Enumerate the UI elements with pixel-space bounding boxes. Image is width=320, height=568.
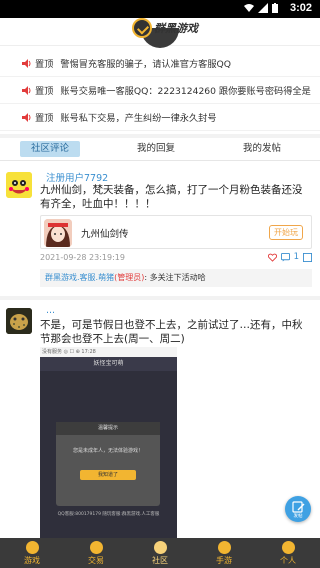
- notice-item[interactable]: 置顶 账号私下交易，产生纠纷一律永久封号: [0, 104, 320, 131]
- reply-preview[interactable]: 群黑游戏.客服.萌猪(管理员): 多关注下活动哈: [40, 269, 312, 287]
- signal-icon: [258, 3, 268, 13]
- post-username[interactable]: ...: [46, 305, 55, 316]
- tab-my-posts[interactable]: 我的发帖: [232, 141, 292, 157]
- speaker-icon: [22, 59, 31, 68]
- screenshot-dialog-button: 我知道了: [80, 470, 136, 480]
- reply-author: 群黑游戏.客服.萌猪: [45, 273, 115, 282]
- tab-my-replies[interactable]: 我的回复: [126, 141, 186, 157]
- post-text: 九州仙剑，梵天装备，怎么搞，打了一个月粉色装备还没有齐全，吐血中！！！！: [40, 184, 303, 210]
- notice-tag: 置顶: [35, 59, 54, 70]
- screenshot-status-bar: 没有服务 ◎ ☐ ⊕ 17:28: [40, 347, 177, 357]
- games-icon: [25, 541, 39, 554]
- nav-label: 手游: [216, 556, 232, 565]
- play-game-button[interactable]: 开始玩: [269, 225, 303, 240]
- comment-icon[interactable]: [280, 252, 290, 262]
- notice-tag: 置顶: [35, 86, 54, 97]
- user-avatar-icon: [6, 172, 32, 198]
- trade-icon: [89, 541, 103, 554]
- status-time: 3:02: [289, 2, 312, 14]
- battery-icon: [272, 3, 278, 13]
- app-logo: 群黑游戏: [132, 18, 198, 38]
- bottom-nav: 游戏 交易 社区 手游 个人: [0, 538, 320, 568]
- nav-item-games[interactable]: 游戏: [0, 538, 64, 568]
- tab-underline: [0, 160, 320, 161]
- game-character-icon: [44, 219, 72, 247]
- nav-label: 个人: [280, 556, 296, 565]
- logo-badge-icon: [132, 18, 152, 38]
- profile-icon: [281, 541, 295, 554]
- community-icon: [153, 541, 167, 554]
- screenshot-dialog-message: 您是未成年人，无法体验游戏！: [72, 448, 143, 454]
- status-bar: 3:02: [0, 0, 320, 18]
- post-username[interactable]: 注册用户7792: [46, 170, 108, 184]
- post-stats: 1: [267, 252, 312, 262]
- nav-item-mobile-games[interactable]: 手游: [192, 538, 256, 568]
- post-text: 不是，可是节假日也登不上去，之前试过了…还有，中秋节那会也登不上去(周一、周二): [40, 319, 303, 345]
- app-header: 群黑游戏: [0, 18, 320, 48]
- tab-community-comments[interactable]: 社区评论: [20, 141, 81, 157]
- comment-count: 1: [293, 252, 299, 262]
- status-icons: [244, 3, 278, 13]
- notice-text: 警惕冒充客服的骗子，请认准官方客服QQ: [60, 59, 232, 70]
- logo-text: 群黑游戏: [154, 22, 198, 35]
- reply-role: (管理员): [114, 273, 145, 282]
- nav-label: 游戏: [24, 556, 40, 565]
- leopard-avatar-icon: [6, 308, 32, 334]
- post-image[interactable]: 没有服务 ◎ ☐ ⊕ 17:28 妖怪宝可萌 温馨提示 您是未成年人，无法体验游…: [40, 347, 177, 540]
- community-tabs: 社区评论 我的回复 我的发帖: [0, 138, 320, 160]
- nav-label: 交易: [88, 556, 104, 565]
- game-card[interactable]: 九州仙剑传 开始玩: [40, 215, 312, 249]
- screenshot-title: 妖怪宝可萌: [40, 357, 177, 371]
- avatar[interactable]: [6, 308, 32, 334]
- share-icon[interactable]: [303, 252, 312, 262]
- reply-text: : 多关注下活动哈: [144, 273, 206, 282]
- nav-item-community[interactable]: 社区: [128, 538, 192, 568]
- game-icon: [44, 219, 72, 247]
- nav-item-profile[interactable]: 个人: [256, 538, 320, 568]
- avatar[interactable]: [6, 172, 32, 198]
- game-name: 九州仙剑传: [81, 229, 129, 240]
- post-time: 2021-09-28 23:19:19: [40, 253, 125, 262]
- screenshot-dialog-title: 温馨提示: [56, 422, 160, 435]
- notice-item[interactable]: 置顶 账号交易唯一客服QQ：2223124260 跟你要账号密码得全是: [0, 77, 320, 104]
- heart-icon[interactable]: [267, 253, 277, 262]
- post-card[interactable]: 注册用户7792 九州仙剑，梵天装备，怎么搞，打了一个月粉色装备还没有齐全，吐血…: [0, 166, 320, 294]
- notice-text: 账号交易唯一客服QQ：2223124260 跟你要账号密码得全是: [60, 86, 311, 97]
- nav-item-trade[interactable]: 交易: [64, 538, 128, 568]
- notice-list: 置顶 警惕冒充客服的骗子，请认准官方客服QQ 置顶 账号交易唯一客服QQ：222…: [0, 50, 320, 131]
- nav-label: 社区: [152, 556, 168, 565]
- new-post-label: 发帖: [293, 514, 303, 519]
- mobile-games-icon: [217, 541, 231, 554]
- speaker-icon: [22, 113, 31, 122]
- screenshot-footer: QQ客服:800179179 随玩客服:群黑游戏.人工客服: [57, 512, 160, 517]
- notice-item[interactable]: 置顶 警惕冒充客服的骗子，请认准官方客服QQ: [0, 50, 320, 77]
- notice-text: 账号私下交易，产生纠纷一律永久封号: [60, 113, 217, 124]
- wifi-icon: [244, 4, 254, 12]
- notice-tag: 置顶: [35, 113, 54, 124]
- screenshot-dialog: 温馨提示 您是未成年人，无法体验游戏！ 我知道了: [56, 422, 160, 506]
- speaker-icon: [22, 86, 31, 95]
- new-post-button[interactable]: 发帖: [285, 496, 311, 522]
